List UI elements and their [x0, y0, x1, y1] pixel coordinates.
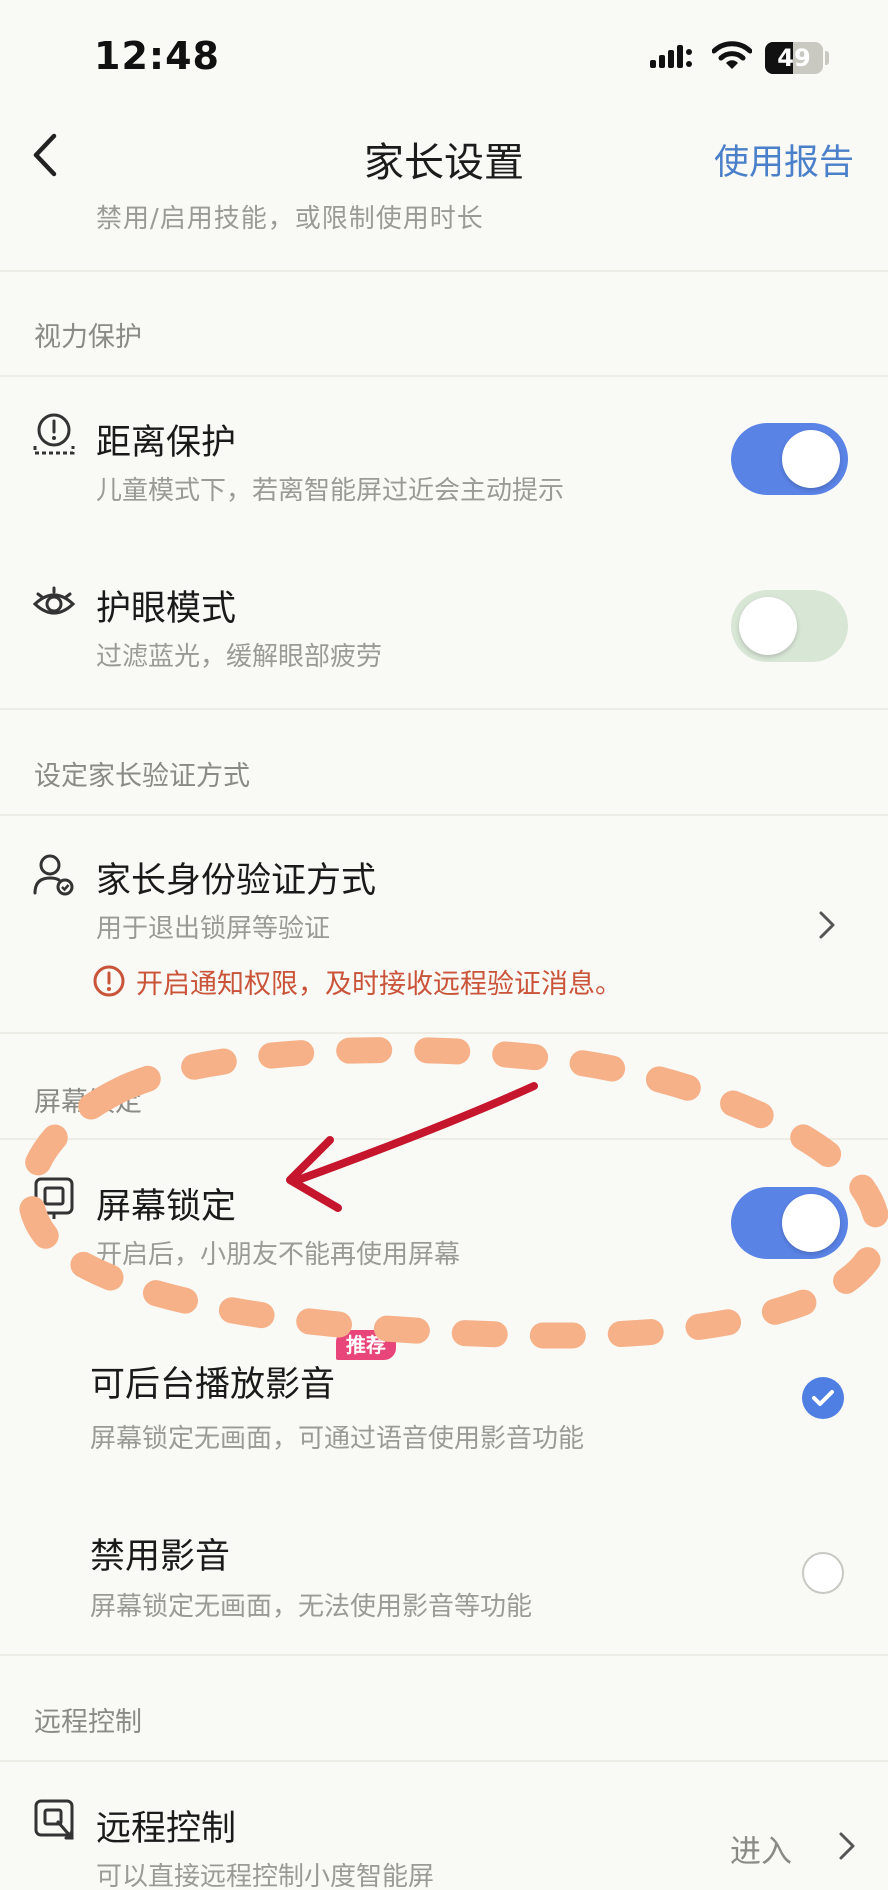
section-header-screen-lock: 屏幕锁定 [34, 1087, 142, 1118]
checkmark-icon [812, 1390, 834, 1406]
divider [0, 814, 888, 816]
divider [0, 1032, 888, 1034]
disable-av-radio[interactable] [802, 1552, 844, 1594]
screen-lock-title: 屏幕锁定 [96, 1187, 237, 1227]
usage-report-link[interactable]: 使用报告 [714, 134, 854, 185]
remote-control-icon [34, 1799, 74, 1840]
divider [0, 1654, 888, 1656]
annotation-arrow-line [294, 1082, 538, 1184]
eye-care-title: 护眼模式 [96, 589, 237, 629]
wifi-icon [712, 41, 752, 69]
distance-protection-subtitle: 儿童模式下，若离智能屏过近会主动提示 [96, 476, 565, 506]
battery-cap [825, 51, 829, 65]
chevron-right-icon[interactable] [836, 1828, 858, 1864]
recommended-badge: 推荐 [336, 1330, 396, 1360]
distance-protection-toggle[interactable] [731, 423, 848, 495]
parent-verification-subtitle: 用于退出锁屏等验证 [96, 914, 331, 944]
remote-control-subtitle: 可以直接远程控制小度智能屏 [96, 1862, 435, 1890]
distance-protection-title: 距离保护 [96, 423, 237, 463]
cellular-signal-icon [650, 45, 692, 68]
eye-care-toggle[interactable] [731, 590, 848, 662]
skill-limit-subtitle: 禁用/启用技能，或限制使用时长 [96, 204, 484, 234]
remote-control-enter[interactable]: 进入 [730, 1826, 792, 1871]
eye-icon [32, 586, 76, 615]
screen-lock-subtitle: 开启后，小朋友不能再使用屏幕 [96, 1240, 461, 1270]
annotation-arrowhead [286, 1136, 342, 1212]
remote-control-title[interactable]: 远程控制 [96, 1800, 236, 1851]
divider [0, 1138, 888, 1140]
screen-lock-icon [34, 1177, 74, 1219]
divider [0, 375, 888, 377]
background-av-radio[interactable] [802, 1377, 844, 1419]
eye-care-subtitle: 过滤蓝光，缓解眼部疲劳 [96, 642, 383, 672]
chevron-right-icon[interactable] [816, 907, 838, 943]
section-header-verification: 设定家长验证方式 [34, 761, 250, 792]
notification-warning[interactable]: 开启通知权限，及时接收远程验证消息。 [136, 962, 622, 1001]
disable-av-option-title[interactable]: 禁用影音 [90, 1528, 230, 1579]
screen-lock-toggle[interactable] [731, 1187, 848, 1259]
user-verify-icon [33, 854, 74, 896]
section-header-vision: 视力保护 [34, 322, 142, 353]
status-time: 12:48 [94, 34, 220, 78]
divider [0, 708, 888, 710]
distance-alert-icon [33, 413, 75, 455]
parent-verification-title[interactable]: 家长身份验证方式 [96, 852, 376, 903]
warning-icon [93, 965, 125, 997]
background-av-option-title[interactable]: 可后台播放影音 [90, 1356, 335, 1407]
battery-level: 49 [777, 44, 811, 72]
disable-av-option-subtitle: 屏幕锁定无画面，无法使用影音等功能 [90, 1592, 533, 1622]
section-header-remote: 远程控制 [34, 1707, 142, 1738]
divider [0, 1760, 888, 1762]
background-av-option-subtitle: 屏幕锁定无画面，可通过语音使用影音功能 [90, 1424, 585, 1454]
battery-icon: 49 [765, 42, 823, 74]
divider [0, 270, 888, 272]
